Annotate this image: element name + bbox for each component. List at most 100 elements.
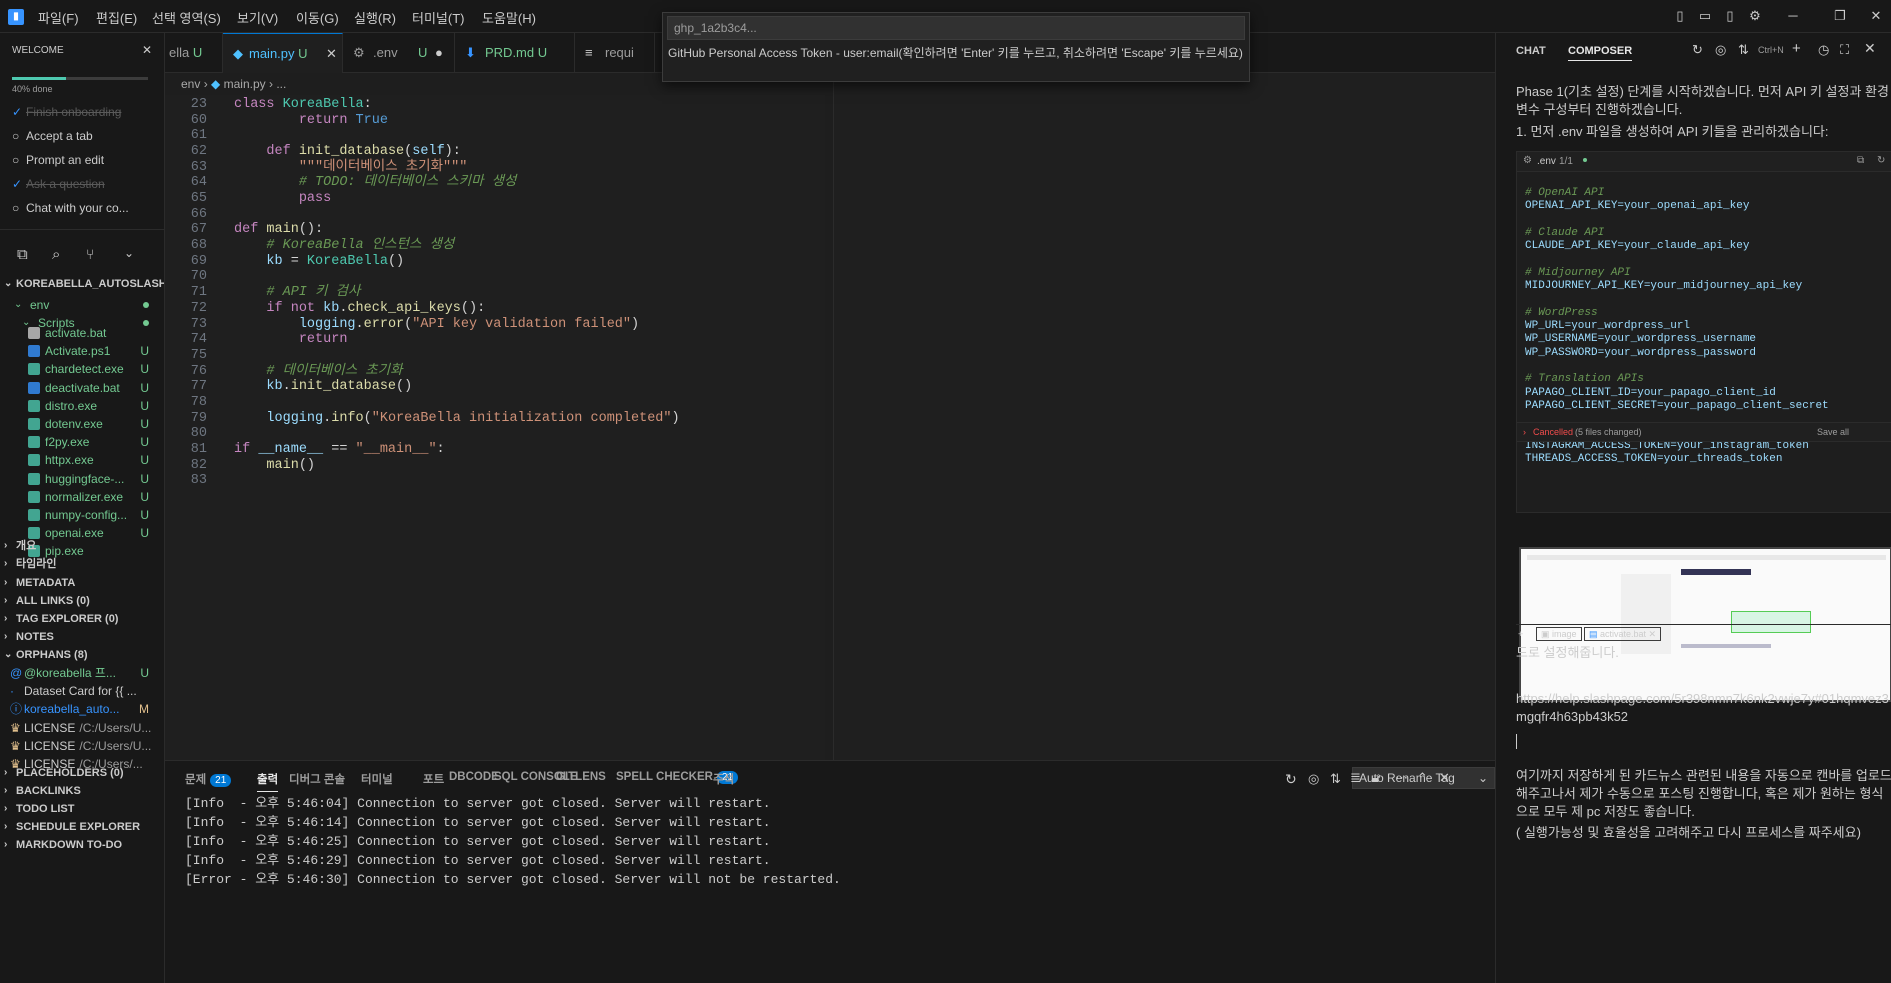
restore-icon[interactable]: ❐ [1832,9,1848,23]
file-item[interactable]: normalizer.exe U [0,487,164,507]
chevron-icon: › [4,558,8,569]
file-chip[interactable]: ▤ activate.bat ✕ [1584,627,1662,641]
menu-view[interactable]: 보기(V) [237,8,278,27]
file-name: huggingface-... [45,471,125,486]
orphan-item[interactable]: ♛ LICENSE/C:/Users/U... [0,718,164,738]
chevron-down-icon: ⌄ [14,299,23,310]
section-label: PLACEHOLDERS (0) [16,767,124,779]
tab-chat[interactable]: CHAT [1516,45,1546,57]
close-window-icon[interactable]: ✕ [1868,9,1884,23]
copy-icon[interactable]: ⧉ [1857,155,1864,166]
project-header[interactable]: ⌄ KOREABELLA_AUTOSLASH... [0,274,164,294]
file-item[interactable]: Activate.ps1 U [0,341,164,361]
file-item[interactable]: huggingface-... U [0,469,164,489]
expand-icon[interactable]: ⛶ [1840,42,1849,58]
tab-prd-md[interactable]: ⬇ PRD.md U [455,33,575,73]
section-3[interactable]: › ALL LINKS (0) [0,591,164,611]
section-bottom-3[interactable]: › SCHEDULE EXPLORER [0,817,164,837]
code-editor[interactable]: 23 class KoreaBella: 60 return True 61 62 de… [165,95,857,760]
section-0[interactable]: › 개요 [0,536,164,556]
token-input[interactable] [667,16,1245,40]
breadcrumb-item[interactable]: ... [276,77,286,91]
settings-gear-icon[interactable]: ⚙ [1747,9,1763,23]
source-control-icon[interactable]: ⑂ [86,246,94,262]
section-5[interactable]: › NOTES [0,627,164,647]
toggle-secondary-sidebar-icon[interactable]: ▯ [1722,9,1738,23]
breadcrumb-item[interactable]: main.py [224,77,266,91]
remove-chip-icon[interactable]: ✕ [1646,629,1657,639]
image-chip[interactable]: ▣ image [1536,627,1582,641]
tab-ella[interactable]: ella U [165,33,223,73]
chevron-right-icon[interactable]: › [1523,423,1526,441]
onboarding-item-accept-tab[interactable]: ○ Accept a tab [12,129,93,143]
close-tab-icon[interactable]: ✕ [326,34,337,73]
section-bottom-0[interactable]: › PLACEHOLDERS (0) [0,763,164,783]
section-2[interactable]: › METADATA [0,573,164,593]
search-icon[interactable]: ⌕ [52,246,60,263]
save-all-button[interactable]: Save all [1817,423,1849,441]
orphan-item[interactable]: · Dataset Card for {{ ... [0,681,164,701]
eye-icon[interactable]: ◎ [1715,42,1726,58]
sort-icon[interactable]: ⇅ [1738,42,1749,58]
menu-selection[interactable]: 선택 영역(S) [152,8,221,27]
close-welcome-icon[interactable]: ✕ [142,43,152,57]
tab-requirements[interactable]: ≡ requi [575,33,655,73]
tab-env[interactable]: ⚙ .env U ● [343,33,455,73]
file-item[interactable]: numpy-config... U [0,505,164,525]
section-1[interactable]: › 타임라인 [0,554,164,574]
toggle-panel-icon[interactable]: ▭ [1697,9,1713,23]
file-item[interactable]: deactivate.bat U [0,378,164,398]
toggle-primary-sidebar-icon[interactable]: ▯ [1672,9,1688,23]
file-item[interactable]: httpx.exe U [0,450,164,470]
unsaved-dot-icon[interactable]: ● [435,33,443,73]
tab-badge: U [298,46,308,61]
tab-composer[interactable]: COMPOSER [1568,45,1633,61]
file-item[interactable]: distro.exe U [0,396,164,416]
add-attachment-icon[interactable]: + [1518,625,1523,643]
menu-file[interactable]: 파일(F) [38,8,79,27]
orphan-name: Dataset Card for {{ ... [24,684,137,699]
history-icon[interactable]: ↻ [1692,42,1703,58]
file-item[interactable]: f2py.exe U [0,432,164,452]
tab-main-py[interactable]: ◆ main.py U ✕ [223,33,343,73]
minimize-icon[interactable]: ─ [1785,9,1801,23]
breadcrumb-item[interactable]: env [181,77,200,91]
file-name: dotenv.exe [45,417,103,431]
new-chat-plus-icon[interactable]: + [1792,40,1801,57]
menu-help[interactable]: 도움말(H) [482,8,536,27]
file-name: f2py.exe [45,435,90,450]
section-6[interactable]: ⌄ ORPHANS (8) [0,645,164,665]
section-bottom-2[interactable]: › TODO LIST [0,799,164,819]
section-bottom-4[interactable]: › MARKDOWN TO-DO [0,835,164,855]
menu-edit[interactable]: 편집(E) [96,8,137,27]
clock-icon[interactable]: ◷ [1818,42,1829,58]
onboarding-item-prompt-edit[interactable]: ○ Prompt an edit [12,153,104,167]
close-chat-icon[interactable]: ✕ [1864,40,1876,57]
section-label: TODO LIST [16,803,75,815]
maximize-panel-icon[interactable]: ⌃ [1417,770,1428,786]
explorer-icon[interactable]: ⧉ [17,246,28,263]
chevron-down-icon[interactable]: ⌄ [124,246,134,260]
file-item[interactable]: chardetect.exe U [0,359,164,379]
onboarding-item-finish[interactable]: ✓ Finish onboarding [12,105,121,119]
file-item[interactable]: dotenv.exe U [0,414,164,434]
apply-icon[interactable]: ↻ [1877,155,1885,166]
onboarding-item-ask[interactable]: ✓ Ask a question [12,177,105,191]
orphan-item[interactable]: ♛ LICENSE/C:/Users/U... [0,736,164,756]
tab-badge: U [192,45,203,60]
orphan-item[interactable]: ⓘ koreabella_auto... M [0,699,164,719]
more-actions-icon[interactable]: ⋯ [1395,770,1408,786]
lock-icon[interactable]: 🔓︎ [1372,770,1380,786]
folder-env[interactable]: ⌄ env [0,295,164,315]
menu-run[interactable]: 실행(R) [354,8,396,27]
log-line: [Info - 오후 5:46:25] Connection to server… [185,834,771,849]
close-panel-icon[interactable]: ✕ [1439,770,1450,786]
orphan-item[interactable]: @ @koreabella 프... U [0,663,164,683]
section-bottom-1[interactable]: › BACKLINKS [0,781,164,801]
section-label: METADATA [16,577,76,589]
menu-go[interactable]: 이동(G) [296,8,339,27]
section-4[interactable]: › TAG EXPLORER (0) [0,609,164,629]
onboarding-item-chat[interactable]: ○ Chat with your co... [12,201,129,215]
menu-terminal[interactable]: 터미널(T) [412,8,464,27]
file-item[interactable]: activate.bat [0,323,164,343]
